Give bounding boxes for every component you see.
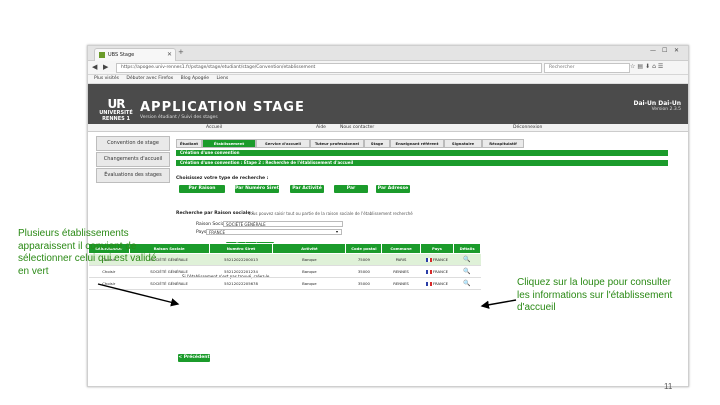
- annotation-arrows: [97, 283, 517, 309]
- arrow-right: [480, 299, 517, 309]
- arrow-left: [97, 283, 180, 307]
- page-number: 11: [664, 382, 673, 391]
